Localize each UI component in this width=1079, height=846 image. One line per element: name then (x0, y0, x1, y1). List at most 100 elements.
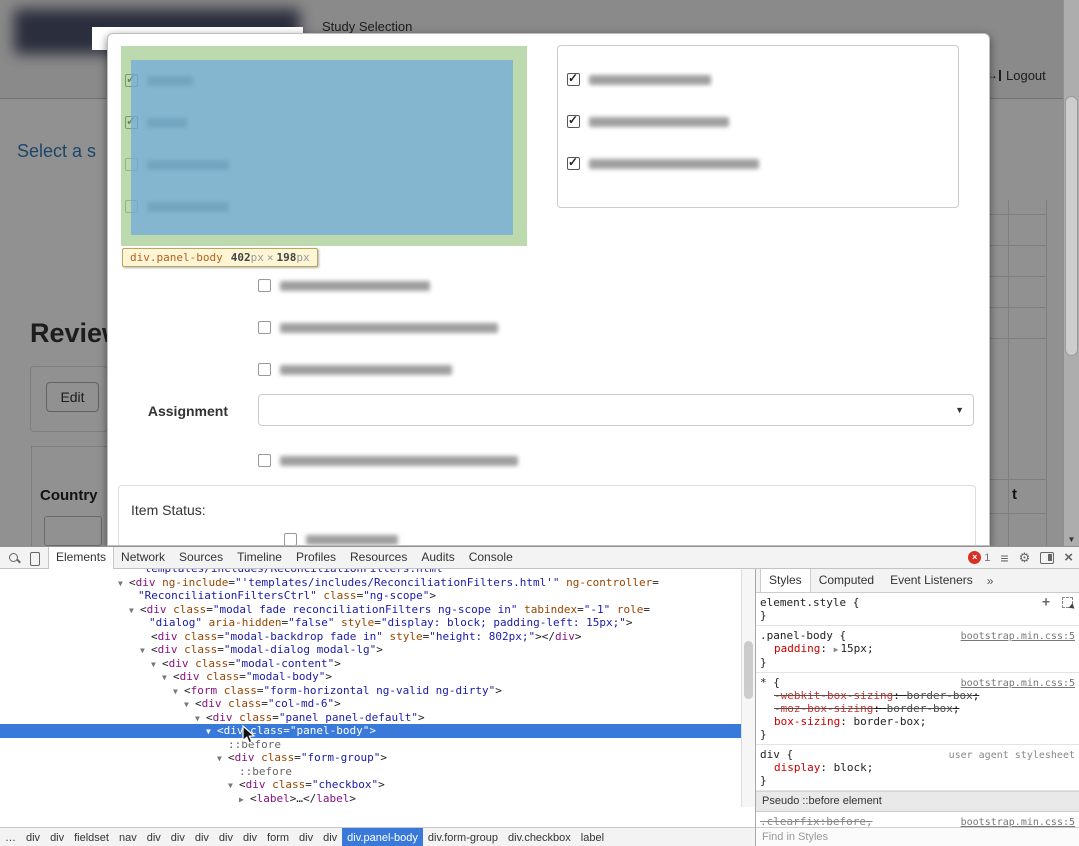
console-drawer-icon[interactable]: ≡ (1000, 548, 1008, 568)
devtools-tab-audits[interactable]: Audits (414, 547, 461, 569)
toggle-element-state-icon[interactable] (1062, 597, 1073, 608)
close-devtools-icon[interactable]: × (1064, 548, 1073, 568)
styles-tab-computed[interactable]: Computed (811, 569, 882, 592)
dom-tree-node[interactable]: ▶ <label>…</label> (0, 792, 741, 806)
css-property[interactable]: box-sizing: border-box; (760, 715, 1073, 728)
checkbox-checked[interactable] (567, 71, 580, 86)
inspect-highlight-content (131, 60, 513, 235)
breadcrumb-item[interactable]: label (576, 828, 609, 846)
devtools-tab-elements[interactable]: Elements (48, 546, 115, 569)
dom-tree-node[interactable]: ▼ <form class="form-horizontal ng-valid n… (0, 684, 741, 698)
dom-tree-node[interactable]: ▼ <div class="panel panel-default"> (0, 711, 741, 725)
elements-scrollbar[interactable] (741, 569, 755, 807)
dom-tree-node[interactable]: ▼ <div class="modal-body"> (0, 670, 741, 684)
dom-tree-node[interactable]: ▼ <div class="col-md-6"> (0, 697, 741, 711)
device-mode-icon[interactable] (26, 550, 42, 566)
breadcrumb-item[interactable]: … (0, 828, 21, 846)
redacted-label (280, 364, 452, 375)
checkbox-row (258, 362, 452, 377)
breadcrumb-item[interactable]: div.form-group (423, 828, 503, 846)
redacted-label (280, 455, 518, 466)
devtools-tab-profiles[interactable]: Profiles (289, 547, 343, 569)
devtools-tab-sources[interactable]: Sources (172, 547, 230, 569)
page-scrollbar[interactable]: ▼ (1063, 0, 1079, 546)
dom-tree: "templates/includes/ReconciliationFilter… (0, 569, 741, 807)
breadcrumb-item[interactable]: div (166, 828, 190, 846)
redacted-label (280, 322, 498, 333)
checkbox-checked[interactable] (567, 113, 580, 128)
dom-tree-node[interactable]: "dialog" aria-hidden="false" style="disp… (0, 616, 741, 630)
breadcrumb-item[interactable]: div (318, 828, 342, 846)
dom-tree-node[interactable]: </div> (0, 805, 741, 807)
error-count: 1 (984, 551, 991, 564)
stylesheet-link[interactable]: bootstrap.min.css:5 (961, 677, 1075, 690)
checkbox-checked[interactable] (567, 155, 580, 170)
style-rule: .clearfix:before, bootstrap.min.css:5 (756, 812, 1079, 827)
style-rule-selector[interactable]: .panel-body (760, 629, 833, 642)
breadcrumb-item[interactable]: form (262, 828, 294, 846)
breadcrumb-item[interactable]: div.checkbox (503, 828, 576, 846)
style-rule-selector[interactable]: div (760, 748, 780, 761)
styles-tab-event-listeners[interactable]: Event Listeners (882, 569, 981, 592)
checkbox-unchecked[interactable] (284, 533, 297, 545)
dom-tree-node[interactable]: "ReconciliationFiltersCtrl" class="ng-sc… (0, 589, 741, 603)
elements-scrollbar-thumb[interactable] (744, 641, 753, 699)
stylesheet-link[interactable]: bootstrap.min.css:5 (961, 630, 1075, 643)
dom-tree-node[interactable]: ▼ <div class="form-group"> (0, 751, 741, 765)
devtools-tab-resources[interactable]: Resources (343, 547, 414, 569)
scroll-down-icon[interactable]: ▼ (1064, 535, 1079, 544)
tabs-overflow-icon[interactable]: » (981, 574, 1000, 588)
checkbox-unchecked[interactable] (258, 454, 271, 467)
css-property[interactable]: display: block; (760, 761, 1073, 774)
devtools-tab-network[interactable]: Network (114, 547, 172, 569)
style-rule-selector[interactable]: element.style (760, 596, 846, 609)
styles-section-header: Pseudo ::before element (756, 791, 1079, 812)
dom-tree-node[interactable]: <div class="modal-backdrop fade in" styl… (0, 630, 741, 644)
breadcrumb-item[interactable]: div.panel-body (342, 828, 423, 846)
screenshot-root: Study Selection → Logout Select a s Revi… (0, 0, 1079, 846)
dom-tree-node[interactable]: ::before (0, 765, 741, 779)
checkbox-row (567, 155, 759, 171)
css-property[interactable]: -webkit-box-sizing: border-box; (760, 689, 1073, 702)
assignment-select[interactable]: ▼ (258, 394, 974, 426)
breadcrumb-item[interactable]: div (294, 828, 318, 846)
stylesheet-link[interactable]: user agent stylesheet (949, 749, 1075, 762)
devtools: Elements Network Sources Timeline Profiles Re… (0, 546, 1079, 846)
settings-gear-icon[interactable]: ⚙ (1019, 550, 1031, 566)
expand-shorthand-icon[interactable]: ▶ (834, 645, 839, 654)
checkbox-unchecked[interactable] (258, 363, 271, 376)
breadcrumb-item[interactable]: div (238, 828, 262, 846)
checkbox-unchecked[interactable] (258, 279, 271, 292)
checkbox-unchecked[interactable] (258, 321, 271, 334)
breadcrumb-item[interactable]: div (45, 828, 69, 846)
breadcrumb-item[interactable]: div (21, 828, 45, 846)
error-count-badge[interactable]: × 1 (968, 551, 990, 564)
page-scrollbar-thumb[interactable] (1065, 96, 1078, 356)
checkbox-row (258, 453, 518, 468)
css-property[interactable]: -moz-box-sizing: border-box; (760, 702, 1073, 715)
dom-tree-node-selected[interactable]: ▼ <div class="panel-body"> (0, 724, 741, 738)
devtools-tab-console[interactable]: Console (462, 547, 520, 569)
search-icon[interactable] (6, 550, 22, 566)
styles-filter-input[interactable]: Find in Styles (756, 827, 1079, 846)
styles-tab-styles[interactable]: Styles (760, 569, 811, 592)
dom-tree-node[interactable]: ▼ <div ng-include="'templates/includes/Re… (0, 576, 741, 590)
dock-side-icon[interactable] (1040, 551, 1055, 564)
dom-tree-node[interactable]: ▼ <div class="modal-dialog modal-lg"> (0, 643, 741, 657)
breadcrumb-item[interactable]: div (190, 828, 214, 846)
dom-tree-node[interactable]: ▼ <div class="modal-content"> (0, 657, 741, 671)
breadcrumb-bar: … div div fieldset nav div div div div div form div… (0, 827, 755, 846)
style-rule-selector[interactable]: * (760, 676, 767, 689)
dom-tree-node[interactable]: ▼ <div class="checkbox"> (0, 778, 741, 792)
breadcrumb-item[interactable]: nav (114, 828, 142, 846)
dom-tree-node[interactable]: ▼ <div class="modal fade reconciliationFi… (0, 603, 741, 617)
stylesheet-link[interactable]: bootstrap.min.css:5 (961, 816, 1075, 827)
breadcrumb-item[interactable]: div (142, 828, 166, 846)
dom-tree-node[interactable]: ::before (0, 738, 741, 752)
breadcrumb-item[interactable]: fieldset (69, 828, 114, 846)
breadcrumb-item[interactable]: div (214, 828, 238, 846)
devtools-tab-timeline[interactable]: Timeline (230, 547, 289, 569)
style-rule-selector[interactable]: .clearfix:before, (760, 815, 873, 827)
css-property[interactable]: padding: ▶ 15px; (760, 642, 1073, 656)
new-style-rule-icon[interactable]: + (1042, 596, 1050, 609)
